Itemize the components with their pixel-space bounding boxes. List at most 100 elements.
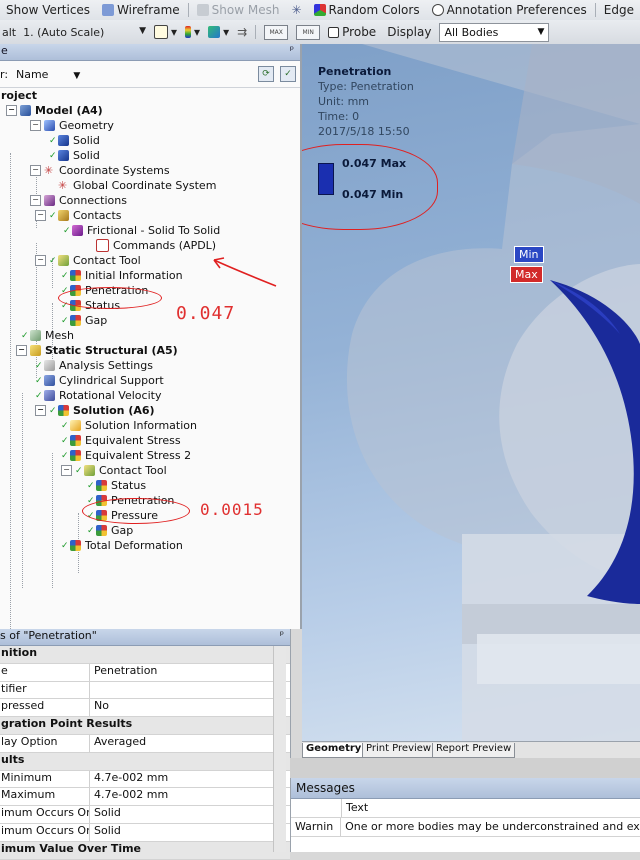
tree-node[interactable]: − Geometry: [30, 118, 114, 133]
tab-print-preview[interactable]: Print Preview: [362, 743, 436, 758]
details-row[interactable]: Maximum 4.7e-002 mm: [0, 788, 290, 807]
tree-node[interactable]: ✓ Rotational Velocity: [35, 388, 161, 403]
details-row[interactable]: tifier: [0, 681, 290, 700]
collapse-icon[interactable]: −: [30, 120, 41, 131]
tree-node[interactable]: − ✳ Coordinate Systems: [30, 163, 170, 178]
tree-node[interactable]: ✓ Solution Information: [61, 418, 197, 433]
collapse-icon[interactable]: −: [35, 210, 46, 221]
tree-node[interactable]: ✓ Solid: [49, 133, 100, 148]
details-scrollbar[interactable]: [273, 646, 286, 852]
details-value[interactable]: [90, 681, 275, 699]
stat-icon: [30, 345, 41, 356]
collapse-icon[interactable]: −: [61, 465, 72, 476]
details-group-header[interactable]: ults: [0, 752, 290, 771]
details-value[interactable]: Penetration: [90, 663, 275, 681]
contour-options-button[interactable]: ▾: [151, 23, 180, 41]
vector-button[interactable]: ⇉: [234, 23, 250, 41]
collapse-icon[interactable]: −: [16, 345, 27, 356]
tree-node[interactable]: − ✓ Solution (A6): [35, 403, 155, 418]
tree-node[interactable]: − Model (A4): [6, 103, 103, 118]
tree-node-label: Status: [111, 479, 147, 492]
details-value[interactable]: 4.7e-002 mm: [90, 770, 275, 788]
collapse-icon[interactable]: −: [35, 405, 46, 416]
tree-node[interactable]: ✓ Cylindrical Support: [35, 373, 164, 388]
tree-node[interactable]: ✓ Initial Information: [61, 268, 183, 283]
tree-node[interactable]: − Static Structural (A5): [16, 343, 178, 358]
tree-node-label: Contact Tool: [73, 254, 141, 267]
tab-geometry[interactable]: Geometry: [302, 743, 366, 758]
tree-node-label: Gap: [111, 524, 134, 537]
details-row[interactable]: e Penetration: [0, 663, 290, 682]
edges-button[interactable]: ▾: [205, 23, 232, 41]
annotation-preferences-button[interactable]: Annotation Preferences: [426, 3, 593, 17]
collapse-icon[interactable]: −: [30, 195, 41, 206]
tree-node[interactable]: − ✓ Contacts: [35, 208, 122, 223]
collapse-icon[interactable]: −: [30, 165, 41, 176]
refresh-icon[interactable]: ⟳: [258, 66, 274, 82]
tree-node[interactable]: ✓ Mesh: [21, 328, 74, 343]
status-check-icon: ✓: [61, 450, 69, 461]
tree-node[interactable]: ✓ Total Deformation: [61, 538, 183, 553]
top-toolbar: Show Vertices Wireframe Show Mesh ✳ Rand…: [0, 0, 640, 21]
tree-node[interactable]: roject: [1, 88, 37, 103]
tree-node[interactable]: − ✓ Contact Tool: [35, 253, 141, 268]
tree-node[interactable]: ✓ Status: [87, 478, 146, 493]
details-value[interactable]: Averaged: [90, 734, 275, 752]
details-row[interactable]: imum Occurs On Solid: [0, 806, 290, 824]
res-icon: [58, 405, 69, 416]
pin-icon[interactable]: ✳: [285, 3, 307, 17]
tree-node[interactable]: ✓ Equivalent Stress 2: [61, 448, 191, 463]
scale-select[interactable]: alt 1. (Auto Scale) ▼: [0, 26, 150, 39]
tree-node[interactable]: − Connections: [30, 193, 127, 208]
status-check-icon: ✓: [21, 330, 29, 341]
tree-node[interactable]: ✓ Frictional - Solid To Solid: [63, 223, 220, 238]
result-toolbar: alt 1. (Auto Scale) ▼ ▾ ▾ ▾ ⇉ MAX MIN Pro…: [0, 20, 640, 45]
check-icon[interactable]: ✓: [280, 66, 296, 82]
random-colors-button[interactable]: Random Colors: [308, 3, 426, 17]
tree-node[interactable]: ✓ Gap: [61, 313, 107, 328]
details-value[interactable]: 4.7e-002 mm: [90, 788, 275, 806]
mesh-icon: [196, 4, 209, 16]
tree-node[interactable]: ✓ Solid: [49, 148, 100, 163]
show-mesh-button[interactable]: Show Mesh: [191, 3, 286, 17]
tree-node-label: Contact Tool: [99, 464, 167, 477]
min-label-button[interactable]: MIN: [293, 23, 323, 41]
max-probe-label[interactable]: Max: [510, 266, 543, 283]
tree-node-label: Model (A4): [35, 104, 103, 117]
graphics-viewport[interactable]: Penetration Type: Penetration Unit: mm T…: [302, 44, 640, 758]
edge-button[interactable]: Edge: [598, 3, 640, 17]
tree-node[interactable]: ✓ Equivalent Stress: [61, 433, 181, 448]
message-row[interactable]: Warnin One or more bodies may be underco…: [291, 818, 640, 837]
details-group-header[interactable]: gration Point Results: [0, 717, 290, 735]
details-row[interactable]: imum Occurs On Solid: [0, 823, 290, 842]
tree-node-label: Static Structural (A5): [45, 344, 178, 357]
pin-icon[interactable]: ᵖ: [290, 45, 294, 56]
details-key: imum Value Over Time: [1, 841, 142, 855]
tree-node[interactable]: ✳ Global Coordinate System: [58, 178, 216, 193]
tab-report-preview[interactable]: Report Preview: [432, 743, 516, 758]
wireframe-button[interactable]: Wireframe: [96, 3, 186, 17]
details-value[interactable]: Solid: [90, 806, 275, 823]
details-row[interactable]: Minimum 4.7e-002 mm: [0, 770, 290, 789]
tree-node[interactable]: − ✓ Contact Tool: [61, 463, 167, 478]
tree-node[interactable]: ✓ Analysis Settings: [35, 358, 153, 373]
details-row[interactable]: lay Option Averaged: [0, 734, 290, 753]
collapse-icon[interactable]: −: [6, 105, 17, 116]
details-row[interactable]: pressed No: [0, 699, 290, 718]
collapse-icon[interactable]: −: [35, 255, 46, 266]
filter-select[interactable]: Name ▼: [16, 68, 96, 81]
show-vertices-button[interactable]: Show Vertices: [0, 3, 96, 17]
details-value[interactable]: No: [90, 699, 275, 717]
max-label-button[interactable]: MAX: [261, 23, 291, 41]
probe-button[interactable]: Probe: [325, 23, 379, 41]
legend-colors-button[interactable]: ▾: [182, 23, 203, 41]
details-group-header[interactable]: imum Value Over Time: [0, 841, 290, 860]
display-select[interactable]: All Bodies ▼: [439, 22, 550, 42]
tree-node[interactable]: ✓ Gap: [87, 523, 133, 538]
tree-node-label: Total Deformation: [85, 539, 183, 552]
details-group-header[interactable]: nition: [0, 646, 290, 664]
details-value[interactable]: Solid: [90, 823, 275, 841]
pin-icon[interactable]: ᵖ: [280, 630, 284, 641]
min-probe-label[interactable]: Min: [514, 246, 544, 263]
res-icon: [70, 435, 81, 446]
